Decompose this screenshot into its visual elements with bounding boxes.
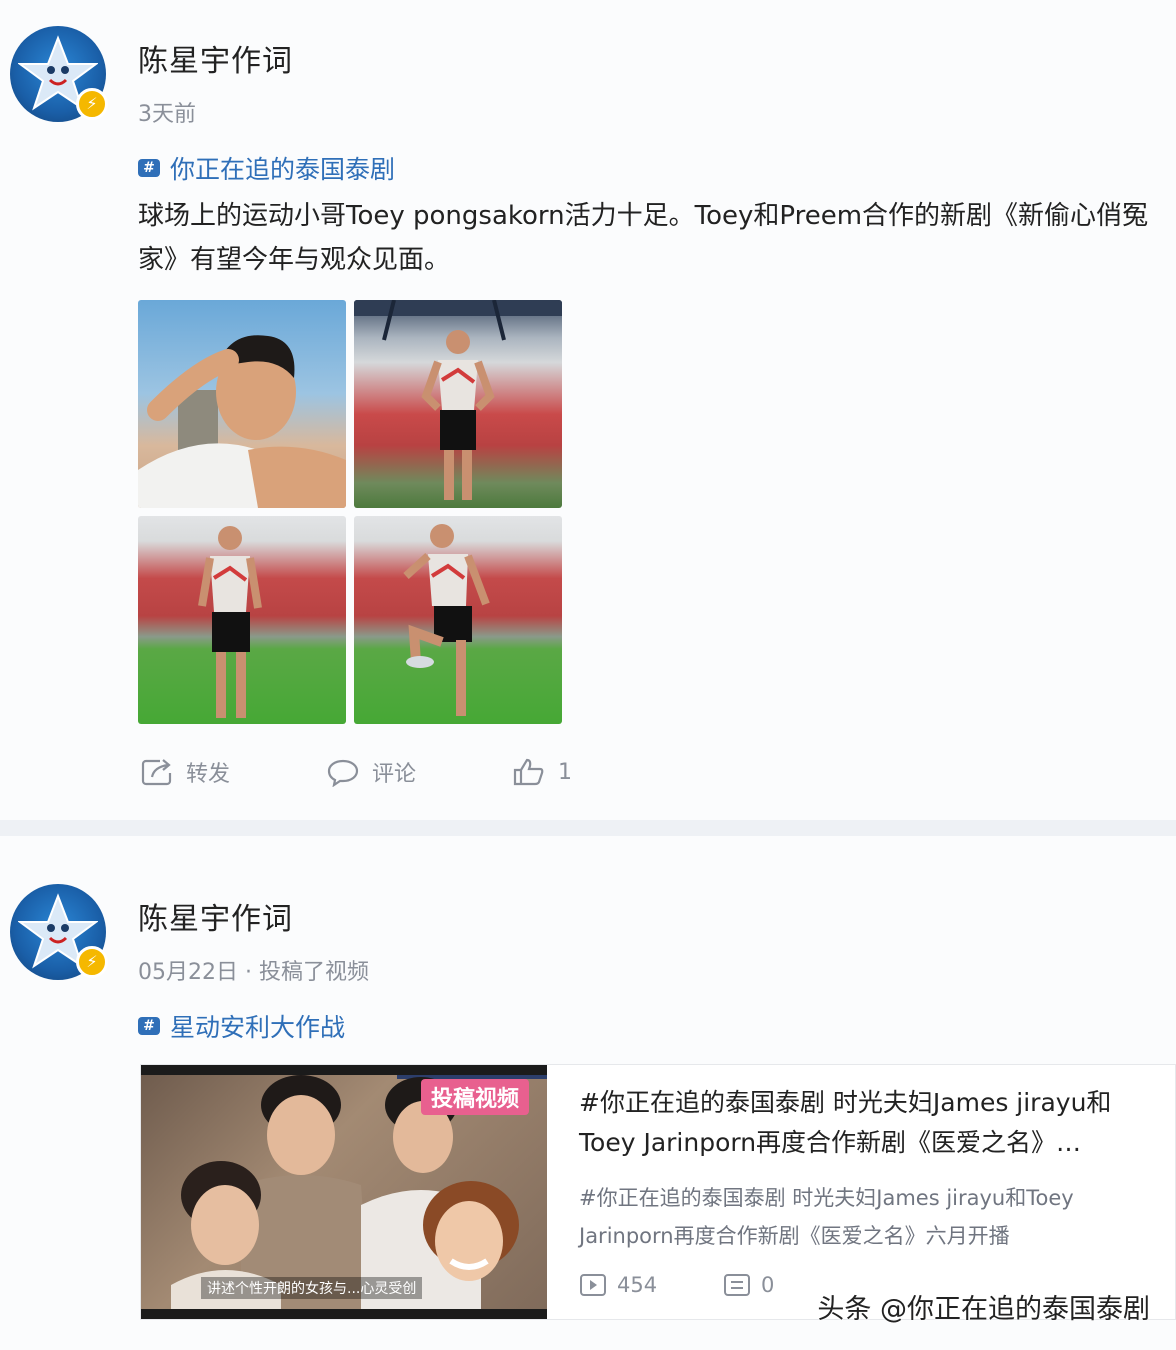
topic-link[interactable]: # 星动安利大作战 [138, 1008, 345, 1044]
play-icon [580, 1274, 606, 1296]
post-type-label: · 投稿了视频 [245, 960, 369, 985]
verified-icon: ⚡ [76, 946, 108, 978]
topic-label: 星动安利大作战 [170, 1013, 346, 1042]
photo-selfie[interactable] [138, 300, 346, 508]
post-timestamp: 3天前 [138, 102, 196, 127]
watermark: 头条 @你正在追的泰国泰剧 [817, 1294, 1150, 1325]
username[interactable]: 陈星宇作词 [138, 36, 293, 80]
comment-label: 评论 [372, 762, 417, 787]
play-count: 454 [579, 1273, 657, 1297]
play-count-value: 454 [617, 1273, 658, 1297]
comment-count: 0 [723, 1273, 774, 1297]
topic-link[interactable]: # 你正在追的泰国泰剧 [138, 150, 395, 186]
topic-label: 你正在追的泰国泰剧 [170, 155, 396, 184]
topic-icon: # [138, 1017, 160, 1035]
comment-icon [327, 759, 359, 787]
comment-button[interactable]: 评论 [326, 752, 416, 792]
post-card: ⚡ 陈星宇作词 3天前 # 你正在追的泰国泰剧 球场上的运动小哥Toey pon… [0, 0, 1176, 820]
repost-icon [141, 759, 172, 786]
thumbnail-caption: 讲述个性开朗的女孩与...心灵受创 [201, 1277, 423, 1299]
video-card[interactable]: 投稿视频 讲述个性开朗的女孩与...心灵受创 #你正在追的泰国泰剧 时光夫妇Ja… [140, 1064, 1176, 1320]
post-card: ⚡ 陈星宇作词 05月22日 · 投稿了视频 # 星动安利大作战 投稿视频 讲述… [0, 836, 1176, 1350]
photo-stadium-pose[interactable] [354, 300, 562, 508]
comment-count-icon [724, 1274, 750, 1296]
post-meta: 05月22日 · 投稿了视频 [138, 954, 369, 986]
post-content: 球场上的运动小哥Toey pongsakorn活力十足。Toey和Preem合作… [138, 201, 1149, 275]
like-icon [513, 758, 544, 786]
video-title[interactable]: #你正在追的泰国泰剧 时光夫妇James jirayu和Toey Jarinpo… [579, 1083, 1159, 1163]
photo-field-kick[interactable] [354, 516, 562, 724]
photo-grid [138, 300, 562, 724]
username[interactable]: 陈星宇作词 [138, 894, 293, 938]
avatar[interactable]: ⚡ [10, 26, 108, 122]
like-count: 1 [558, 759, 572, 785]
topic-icon: # [138, 159, 160, 177]
verified-icon: ⚡ [76, 88, 108, 120]
post-separator [0, 820, 1176, 836]
repost-button[interactable]: 转发 [140, 752, 230, 792]
photo-field-stand[interactable] [138, 516, 346, 724]
repost-label: 转发 [186, 762, 231, 787]
post-timestamp: 05月22日 [138, 960, 238, 985]
video-thumbnail[interactable]: 投稿视频 讲述个性开朗的女孩与...心灵受创 [141, 1065, 547, 1319]
comment-count-value: 0 [761, 1273, 775, 1297]
contribution-badge: 投稿视频 [420, 1079, 529, 1115]
video-description: #你正在追的泰国泰剧 时光夫妇James jirayu和Toey Jarinpo… [579, 1186, 1074, 1248]
action-bar: 转发 评论 1 [140, 752, 640, 792]
avatar[interactable]: ⚡ [10, 884, 108, 980]
like-button[interactable]: 1 [512, 752, 572, 792]
